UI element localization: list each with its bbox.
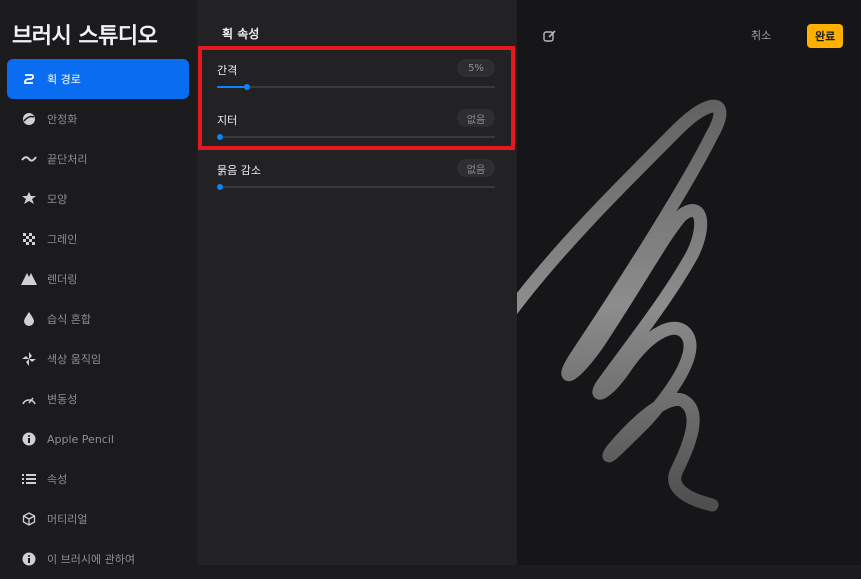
sidebar-item-shape[interactable]: 모양: [7, 179, 189, 219]
sidebar-item-label: 습식 혼합: [47, 313, 91, 326]
sidebar-item-label: Apple Pencil: [47, 432, 114, 446]
properties-icon: [19, 473, 39, 485]
apple-pencil-icon: [19, 432, 39, 446]
stroke-path-icon: [19, 72, 39, 86]
materials-icon: [19, 512, 39, 526]
stabilization-icon: [19, 112, 39, 126]
setting-fall-off[interactable]: 묽음 감소 없음: [217, 157, 495, 197]
setting-label: 묽음 감소: [217, 164, 261, 177]
highlight-box: [198, 46, 515, 150]
fall-off-slider[interactable]: [217, 184, 495, 190]
brush-preview[interactable]: 취소 완료: [517, 0, 861, 565]
sidebar-item-stroke-path[interactable]: 획 경로: [7, 59, 189, 99]
sidebar-item-taper[interactable]: 끝단처리: [7, 139, 189, 179]
sidebar-item-label: 끝단처리: [47, 153, 88, 166]
sidebar-item-rendering[interactable]: 렌더링: [7, 259, 189, 299]
color-dynamics-icon: [19, 352, 39, 366]
done-button[interactable]: 완료: [807, 24, 844, 48]
sidebar-item-label: 그레인: [47, 233, 78, 246]
sidebar-item-properties[interactable]: 속성: [7, 459, 189, 499]
wet-mix-icon: [19, 312, 39, 326]
sidebar-item-label: 변동성: [47, 393, 78, 406]
grain-icon: [19, 233, 39, 245]
slider-thumb[interactable]: [217, 184, 223, 190]
sidebar-item-wet-mix[interactable]: 습식 혼합: [7, 299, 189, 339]
sidebar-item-apple-pencil[interactable]: Apple Pencil: [7, 419, 189, 459]
sidebar-item-label: 모양: [47, 193, 68, 206]
taper-icon: [19, 154, 39, 164]
sidebar-item-stabilization[interactable]: 안정화: [7, 99, 189, 139]
brush-stroke-preview: [517, 99, 727, 512]
sidebar-item-grain[interactable]: 그레인: [7, 219, 189, 259]
sidebar-item-label: 색상 움직임: [47, 353, 102, 366]
cancel-button[interactable]: 취소: [751, 27, 771, 43]
sidebar-nav: 획 경로 안정화 끝단처리 모양 그레인 렌더링 습식 혼합 색상 움직임 변동…: [7, 59, 189, 579]
sidebar-item-materials[interactable]: 머티리얼: [7, 499, 189, 539]
sidebar-item-label: 머티리얼: [47, 513, 88, 526]
sidebar: 브러시 스튜디오 획 경로 안정화 끝단처리 모양 그레인 렌더링 습식 혼합 …: [0, 0, 197, 566]
app-title: 브러시 스튜디오: [12, 24, 158, 49]
rendering-icon: [19, 273, 39, 285]
shape-icon: [19, 192, 39, 206]
sidebar-item-label: 획 경로: [47, 73, 81, 86]
setting-value[interactable]: 없음: [457, 159, 495, 177]
sidebar-item-label: 속성: [47, 473, 68, 486]
sidebar-item-label: 렌더링: [47, 273, 78, 286]
sidebar-item-color-dynamics[interactable]: 색상 움직임: [7, 339, 189, 379]
sidebar-item-about[interactable]: 이 브러시에 관하여: [7, 539, 189, 579]
edit-icon[interactable]: [542, 28, 558, 44]
sidebar-item-dynamics[interactable]: 변동성: [7, 379, 189, 419]
dynamics-icon: [19, 393, 39, 405]
about-icon: [19, 552, 39, 566]
panel-title: 획 속성: [222, 27, 260, 41]
sidebar-item-label: 안정화: [47, 113, 78, 126]
